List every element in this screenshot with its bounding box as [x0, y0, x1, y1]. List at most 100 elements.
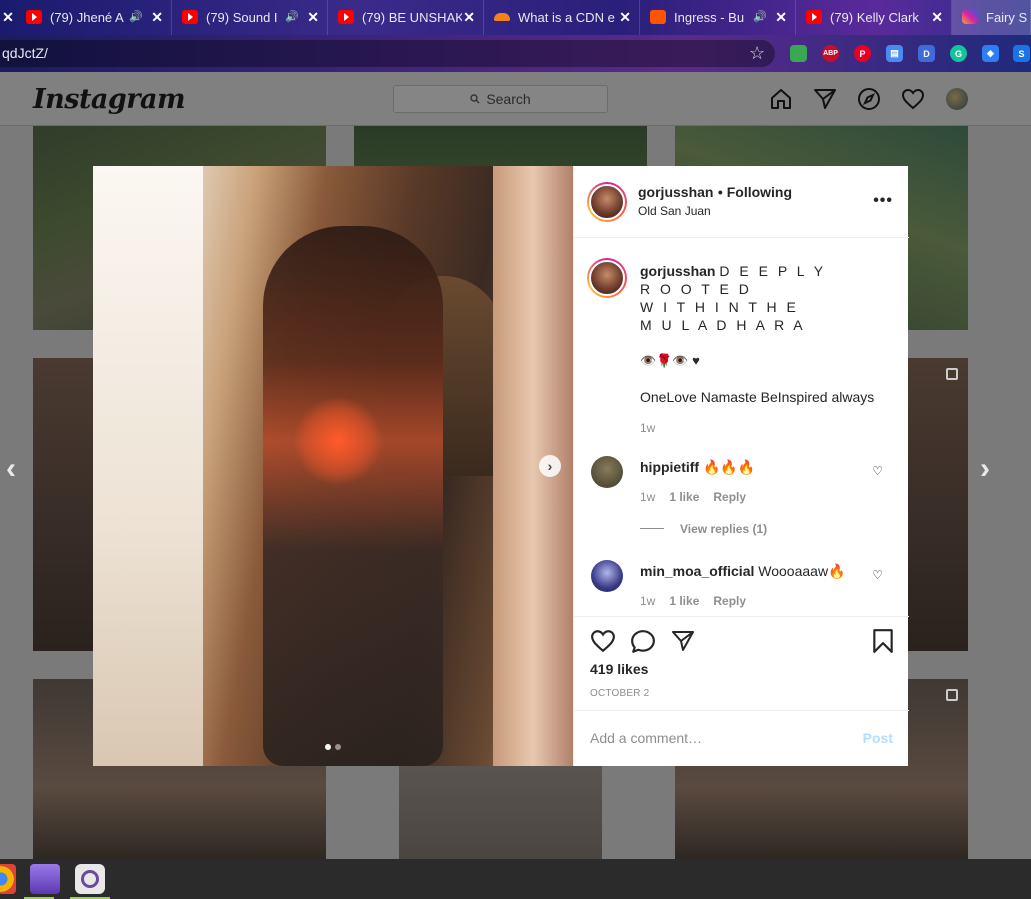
direct-icon[interactable]: [813, 87, 837, 111]
following-label[interactable]: • Following: [718, 184, 792, 200]
close-tab-icon[interactable]: ✕: [619, 9, 631, 26]
next-post-arrow[interactable]: ›: [980, 452, 990, 486]
caption-avatar[interactable]: [587, 258, 627, 298]
carousel-dot: [325, 744, 331, 750]
close-tab-icon[interactable]: ✕: [0, 0, 16, 35]
post-date[interactable]: OCTOBER 2: [590, 688, 649, 699]
explore-icon[interactable]: [857, 87, 881, 111]
grid-post[interactable]: [399, 762, 602, 859]
browser-tab-5[interactable]: Ingress - Bu 🔊 ✕: [640, 0, 796, 35]
add-comment-input[interactable]: Add a comment…: [590, 730, 702, 746]
tab-title: Fairy S: [986, 10, 1028, 25]
comment-username[interactable]: hippietiff: [640, 459, 699, 475]
share-icon[interactable]: [670, 629, 696, 653]
browser-tab-4[interactable]: What is a CDN e ✕: [484, 0, 640, 35]
address-bar[interactable]: qdJctZ/: [0, 40, 775, 67]
profile-avatar[interactable]: [946, 88, 968, 110]
browser-tab-6[interactable]: (79) Kelly Clark ✕: [796, 0, 952, 35]
comment-username[interactable]: min_moa_official: [640, 563, 754, 579]
caption-time[interactable]: 1w: [640, 419, 655, 437]
files-icon[interactable]: [30, 864, 60, 894]
browser-tab-strip: ✕ (79) Jhené A 🔊 ✕ (79) Sound I 🔊 ✕ (79)…: [0, 0, 1031, 35]
close-tab-icon[interactable]: ✕: [307, 9, 319, 26]
caption-line: D E E P L Y: [719, 263, 827, 279]
soundcloud-icon: [650, 10, 666, 24]
add-comment-bar: Add a comment… Post: [574, 710, 909, 766]
multiple-photos-icon: [946, 689, 958, 701]
adblock-icon[interactable]: ABP: [822, 45, 839, 62]
speaker-icon[interactable]: 🔊: [753, 10, 767, 23]
pinterest-icon[interactable]: P: [854, 45, 871, 62]
post-modal: › gorjusshan • Following Old San Juan ••…: [93, 166, 909, 766]
browser-tab-2[interactable]: (79) Sound I 🔊 ✕: [172, 0, 328, 35]
os-taskbar: [0, 859, 1031, 899]
commenter-avatar[interactable]: [591, 560, 623, 592]
search-input[interactable]: Search: [393, 85, 608, 113]
comment-like-icon[interactable]: ♡: [872, 464, 883, 478]
activity-heart-icon[interactable]: [901, 87, 925, 111]
caption-tail: OneLove Namaste BeInspired always: [640, 389, 875, 405]
search-placeholder: Search: [486, 91, 531, 107]
instagram-logo[interactable]: Instagram: [33, 84, 186, 115]
post-side-panel: gorjusshan • Following Old San Juan ••• …: [573, 166, 909, 766]
instagram-header: Instagram Search: [0, 72, 1031, 126]
carousel-dot: [335, 744, 341, 750]
close-tab-icon[interactable]: ✕: [463, 9, 475, 26]
close-tab-icon[interactable]: ✕: [151, 9, 163, 26]
camera-app-icon[interactable]: [75, 864, 105, 894]
comment-bubble-icon[interactable]: [630, 629, 656, 655]
ext-icon[interactable]: [790, 45, 807, 62]
s-ext-icon[interactable]: S: [1013, 45, 1030, 62]
tab-title: (79) Kelly Clark: [830, 10, 919, 25]
comment-likes[interactable]: 1 like: [669, 594, 699, 608]
comment-like-icon[interactable]: ♡: [872, 568, 883, 582]
multiple-photos-icon: [946, 368, 958, 380]
carousel-next-button[interactable]: ›: [539, 455, 561, 477]
comment-text: 🔥🔥🔥: [703, 459, 756, 475]
tab-title: (79) Jhené A: [50, 10, 124, 25]
view-replies-button[interactable]: View replies (1): [680, 522, 767, 536]
bookmark-star-icon[interactable]: ☆: [749, 43, 765, 64]
screen: { "browser": { "tabs": [ {"title": "(79)…: [0, 0, 1031, 899]
home-icon[interactable]: [769, 87, 793, 111]
comment-time[interactable]: 1w: [640, 490, 655, 504]
youtube-icon: [182, 10, 198, 24]
replies-divider: [640, 528, 664, 529]
save-bookmark-icon[interactable]: [872, 628, 894, 654]
browser-tab-7[interactable]: Fairy S: [952, 0, 1031, 35]
youtube-icon: [338, 10, 354, 24]
speaker-icon[interactable]: 🔊: [129, 10, 143, 23]
caption-line: W I T H I N T H E: [640, 299, 799, 315]
like-heart-icon[interactable]: [590, 629, 616, 653]
tab-title: What is a CDN e: [518, 10, 615, 25]
comments-list: gorjusshan D E E P L Y R O O T E D W I T…: [574, 238, 909, 616]
comment-likes[interactable]: 1 like: [669, 490, 699, 504]
bookmark-ext-icon[interactable]: ◆: [982, 45, 999, 62]
author-username[interactable]: gorjusshan: [638, 184, 713, 200]
tab-title: (79) Sound I: [206, 10, 278, 25]
comment-reply-button[interactable]: Reply: [713, 594, 746, 608]
commenter-avatar[interactable]: [591, 456, 623, 488]
close-tab-icon[interactable]: ✕: [931, 9, 943, 26]
speaker-icon[interactable]: 🔊: [285, 10, 299, 23]
more-options-icon[interactable]: •••: [873, 192, 893, 210]
post-photo[interactable]: ›: [93, 166, 573, 766]
comment-reply-button[interactable]: Reply: [713, 490, 746, 504]
caption-username[interactable]: gorjusshan: [640, 263, 715, 279]
author-block: gorjusshan • Following: [638, 184, 792, 202]
close-tab-icon[interactable]: ✕: [775, 9, 787, 26]
likes-count[interactable]: 419 likes: [590, 661, 648, 677]
author-avatar[interactable]: [587, 182, 627, 222]
previous-post-arrow[interactable]: ‹: [6, 452, 16, 486]
cloudflare-icon: [494, 10, 510, 24]
reader-icon[interactable]: ▤: [886, 45, 903, 62]
post-comment-button[interactable]: Post: [863, 730, 893, 746]
post-location[interactable]: Old San Juan: [638, 204, 711, 218]
browser-tab-1[interactable]: (79) Jhené A 🔊 ✕: [16, 0, 172, 35]
grammarly-icon[interactable]: G: [950, 45, 967, 62]
tab-title: Ingress - Bu: [674, 10, 745, 25]
chrome-icon[interactable]: [0, 864, 16, 894]
browser-tab-3[interactable]: (79) BE UNSHAK ✕: [328, 0, 484, 35]
d-icon[interactable]: D: [918, 45, 935, 62]
comment-time[interactable]: 1w: [640, 594, 655, 608]
